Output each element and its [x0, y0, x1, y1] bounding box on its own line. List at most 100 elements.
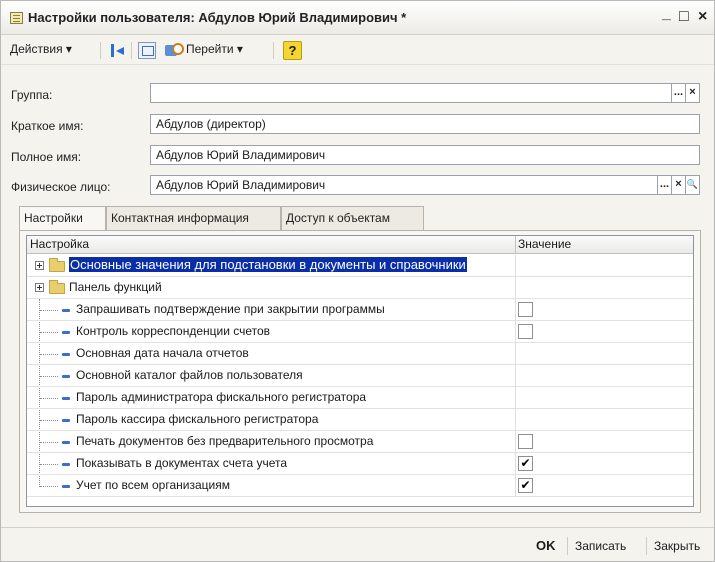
setting-item-icon — [62, 353, 70, 356]
person-clear-button[interactable]: × — [672, 175, 686, 195]
table-row[interactable]: Запрашивать подтверждение при закрытии п… — [27, 299, 693, 321]
actions-menu[interactable]: Действия ▾ — [10, 42, 72, 56]
row-label: Основная дата начала отчетов — [76, 346, 249, 360]
tree-connector — [40, 442, 58, 443]
footer-separator — [567, 537, 568, 555]
maximize-button[interactable]: □ — [679, 8, 689, 26]
edit-form-icon[interactable] — [138, 42, 156, 59]
table-header: Настройка Значение — [27, 236, 693, 254]
setting-item-icon — [62, 397, 70, 400]
person-label: Физическое лицо: — [11, 180, 111, 194]
toolbar-separator — [100, 42, 101, 59]
setting-item-icon — [62, 485, 70, 488]
cell-divider — [515, 475, 516, 497]
expand-icon[interactable] — [35, 283, 44, 292]
person-open-button[interactable]: 🔍 — [686, 175, 700, 195]
close-button[interactable]: Закрыть — [654, 539, 700, 553]
short-name-field[interactable]: Абдулов (директор) — [150, 114, 700, 134]
row-label: Пароль кассира фискального регистратора — [76, 412, 319, 426]
footer-divider — [1, 527, 714, 528]
tree-connector — [40, 486, 58, 487]
table-row[interactable]: Пароль администратора фискального регист… — [27, 387, 693, 409]
row-label: Основные значения для подстановки в доку… — [69, 257, 467, 272]
row-label: Учет по всем организациям — [76, 478, 230, 492]
column-header-setting[interactable]: Настройка — [30, 237, 89, 251]
tree-connector — [40, 464, 58, 465]
footer-separator — [646, 537, 647, 555]
folder-icon — [49, 280, 65, 294]
table-row[interactable]: Контроль корреспонденции счетов — [27, 321, 693, 343]
column-header-value[interactable]: Значение — [518, 237, 571, 251]
tab-settings[interactable]: Настройки — [19, 206, 106, 231]
navigate-icon[interactable] — [164, 42, 184, 59]
person-select-button[interactable]: ... — [658, 175, 672, 195]
tab-contact-info[interactable]: Контактная информация — [106, 206, 281, 230]
group-field[interactable] — [150, 83, 672, 103]
table-row[interactable]: Основные значения для подстановки в доку… — [27, 255, 693, 277]
person-field[interactable]: Абдулов Юрий Владимирович — [150, 175, 658, 195]
folder-icon — [49, 258, 65, 272]
window-title: Настройки пользователя: Абдулов Юрий Вла… — [28, 10, 407, 25]
cell-divider — [515, 453, 516, 475]
table-row[interactable]: Основная дата начала отчетов — [27, 343, 693, 365]
toolbar: Действия ▾ Перейти ▾ ? — [1, 35, 714, 65]
close-window-button[interactable]: × — [698, 8, 707, 26]
cell-divider — [515, 255, 516, 277]
row-label: Контроль корреспонденции счетов — [76, 324, 271, 338]
expand-icon[interactable] — [35, 261, 44, 270]
back-arrow-icon[interactable] — [109, 42, 127, 59]
setting-item-icon — [62, 375, 70, 378]
setting-item-icon — [62, 331, 70, 334]
tree-connector — [40, 310, 58, 311]
cell-divider — [515, 387, 516, 409]
toolbar-separator — [273, 42, 274, 59]
settings-table[interactable]: Настройка Значение Основные значения для… — [26, 235, 694, 507]
full-name-field[interactable]: Абдулов Юрий Владимирович — [150, 145, 700, 165]
save-button[interactable]: Записать — [575, 539, 626, 553]
tree-connector — [40, 354, 58, 355]
setting-item-icon — [62, 419, 70, 422]
row-label: Панель функций — [69, 280, 162, 294]
minimize-button[interactable]: _ — [662, 5, 671, 23]
table-row[interactable]: Пароль кассира фискального регистратора — [27, 409, 693, 431]
tree-connector — [40, 376, 58, 377]
value-checkbox[interactable] — [518, 324, 533, 339]
table-row[interactable]: Панель функций — [27, 277, 693, 299]
cell-divider — [515, 431, 516, 453]
row-label: Запрашивать подтверждение при закрытии п… — [76, 302, 385, 316]
cell-divider — [515, 321, 516, 343]
table-row[interactable]: Показывать в документах счета учета ✔ — [27, 453, 693, 475]
setting-item-icon — [62, 463, 70, 466]
cell-divider — [515, 343, 516, 365]
tree-connector — [40, 420, 58, 421]
help-icon[interactable]: ? — [283, 41, 302, 60]
value-checkbox[interactable] — [518, 302, 533, 317]
cell-divider — [515, 299, 516, 321]
settings-window: Настройки пользователя: Абдулов Юрий Вла… — [0, 0, 715, 562]
table-row[interactable]: Учет по всем организациям ✔ — [27, 475, 693, 497]
group-label: Группа: — [11, 88, 53, 102]
row-label: Пароль администратора фискального регист… — [76, 390, 367, 404]
title-bar: Настройки пользователя: Абдулов Юрий Вла… — [1, 1, 714, 35]
tree-connector — [40, 332, 58, 333]
cell-divider — [515, 409, 516, 431]
row-label: Печать документов без предварительного п… — [76, 434, 374, 448]
table-row[interactable]: Основной каталог файлов пользователя — [27, 365, 693, 387]
table-row[interactable]: Печать документов без предварительного п… — [27, 431, 693, 453]
toolbar-separator — [131, 42, 132, 59]
goto-menu[interactable]: Перейти ▾ — [186, 42, 243, 56]
ok-button[interactable]: OK — [536, 538, 556, 553]
tree-connector — [40, 398, 58, 399]
group-select-button[interactable]: ... — [672, 83, 686, 103]
row-label: Основной каталог файлов пользователя — [76, 368, 303, 382]
group-clear-button[interactable]: × — [686, 83, 700, 103]
value-checkbox[interactable] — [518, 434, 533, 449]
full-name-label: Полное имя: — [11, 150, 82, 164]
tab-object-access[interactable]: Доступ к объектам — [281, 206, 424, 230]
cell-divider — [515, 277, 516, 299]
setting-item-icon — [62, 441, 70, 444]
value-checkbox[interactable]: ✔ — [518, 478, 533, 493]
value-checkbox[interactable]: ✔ — [518, 456, 533, 471]
setting-item-icon — [62, 309, 70, 312]
row-label: Показывать в документах счета учета — [76, 456, 288, 470]
